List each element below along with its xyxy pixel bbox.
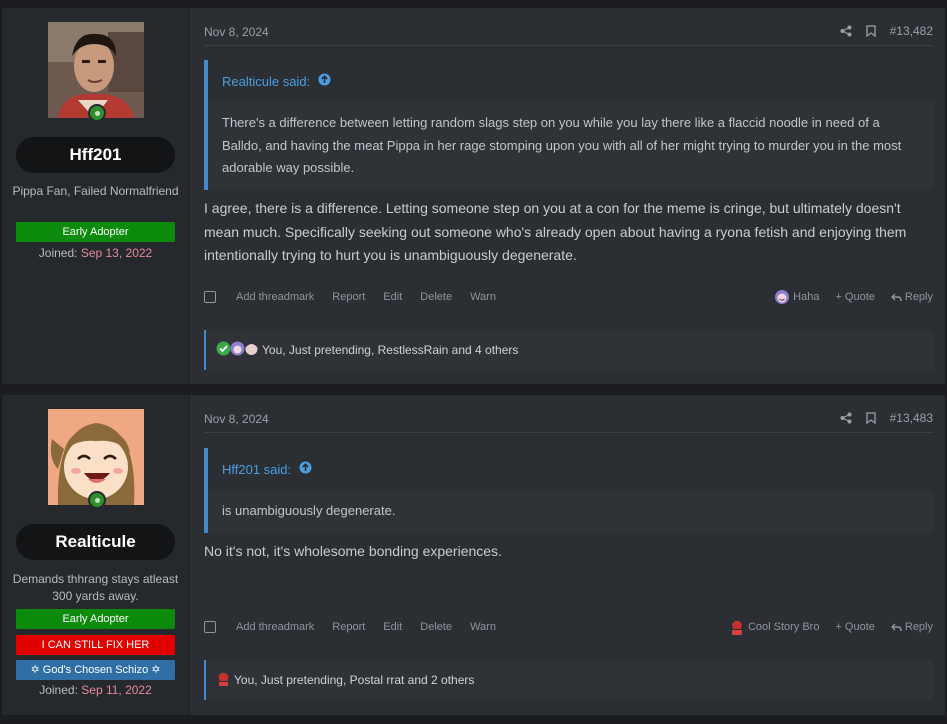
quote-label[interactable]: Quote bbox=[845, 291, 875, 303]
online-status-icon bbox=[88, 104, 106, 122]
plus-icon: + bbox=[835, 621, 842, 633]
warn-link[interactable]: Warn bbox=[470, 291, 496, 303]
reaction-icons bbox=[216, 671, 230, 689]
post-actions-right: Haha + Quote Reply bbox=[774, 289, 933, 305]
arrow-up-circle-icon[interactable] bbox=[299, 461, 312, 477]
share-icon[interactable] bbox=[840, 412, 852, 424]
arrow-up-circle-icon[interactable] bbox=[318, 73, 331, 89]
reply-label[interactable]: Reply bbox=[905, 291, 933, 303]
haha-reaction-icon bbox=[775, 290, 790, 304]
post: Realticule Demands thhrang stays atleast… bbox=[2, 395, 945, 715]
report-link[interactable]: Report bbox=[332, 621, 365, 633]
post-actions: Add threadmark Report Edit Delete Warn H… bbox=[204, 287, 933, 307]
post-date[interactable]: Nov 8, 2024 bbox=[204, 412, 269, 426]
quote-author[interactable]: Hff201 said: bbox=[222, 462, 291, 477]
warn-link[interactable]: Warn bbox=[470, 621, 496, 633]
post-main: Nov 8, 2024 #13,483 Hff201 said: is unam… bbox=[190, 395, 945, 715]
quote-header[interactable]: Realticule said: bbox=[208, 60, 933, 102]
select-checkbox[interactable] bbox=[204, 621, 216, 633]
header-divider bbox=[204, 45, 933, 46]
anime-reaction-icon bbox=[244, 341, 259, 359]
haha-reaction-icon bbox=[230, 341, 245, 359]
username[interactable]: Hff201 bbox=[16, 137, 175, 173]
react-label[interactable]: Haha bbox=[793, 291, 819, 303]
thread: Hff201 Pippa Fan, Failed Normalfriend Ea… bbox=[0, 0, 947, 724]
reactions-summary[interactable]: You, Just pretending, RestlessRain and 4… bbox=[262, 343, 518, 357]
quote-block: Realticule said: There's a difference be… bbox=[204, 60, 933, 190]
quote-block: Hff201 said: is unambiguously degenerate… bbox=[204, 448, 933, 533]
react-label[interactable]: Cool Story Bro bbox=[748, 621, 820, 633]
joined-date: Sep 11, 2022 bbox=[81, 683, 152, 697]
quote-button[interactable]: + Quote bbox=[835, 621, 874, 633]
post-number[interactable]: #13,482 bbox=[890, 24, 933, 38]
user-title: Pippa Fan, Failed Normalfriend bbox=[12, 184, 179, 198]
reactions-bar[interactable]: You, Just pretending, Postal rrat and 2 … bbox=[204, 660, 933, 700]
header-divider bbox=[204, 432, 933, 433]
user-banner-early-adopter: Early Adopter bbox=[16, 222, 175, 242]
joined-info: Joined: Sep 11, 2022 bbox=[2, 683, 189, 697]
reply-arrow-icon bbox=[890, 293, 902, 301]
select-checkbox[interactable] bbox=[204, 291, 216, 303]
online-status-icon bbox=[88, 491, 106, 509]
cool-story-bro-reaction-icon bbox=[731, 621, 742, 635]
like-reaction-icon bbox=[216, 341, 231, 359]
joined-date: Sep 13, 2022 bbox=[80, 246, 153, 260]
username[interactable]: Realticule bbox=[16, 524, 175, 560]
add-threadmark-link[interactable]: Add threadmark bbox=[236, 291, 314, 303]
post-date[interactable]: Nov 8, 2024 bbox=[204, 25, 269, 39]
post-number[interactable]: #13,483 bbox=[890, 411, 933, 425]
quote-button[interactable]: + Quote bbox=[835, 291, 874, 303]
quote-text: There's a difference between letting ran… bbox=[222, 115, 902, 175]
report-link[interactable]: Report bbox=[332, 291, 365, 303]
reply-label[interactable]: Reply bbox=[905, 621, 933, 633]
quote-text: is unambiguously degenerate. bbox=[222, 503, 396, 518]
message-body: No it's not, it's wholesome bonding expe… bbox=[204, 543, 502, 559]
user-cell: Hff201 Pippa Fan, Failed Normalfriend Ea… bbox=[2, 8, 190, 384]
joined-label: Joined: bbox=[39, 683, 78, 697]
user-title: Demands thhrang stays atleast 300 yards … bbox=[12, 572, 179, 603]
user-cell: Realticule Demands thhrang stays atleast… bbox=[2, 395, 190, 715]
post-actions: Add threadmark Report Edit Delete Warn C… bbox=[204, 617, 933, 637]
quote-header[interactable]: Hff201 said: bbox=[208, 448, 933, 490]
edit-link[interactable]: Edit bbox=[383, 621, 402, 633]
reactions-bar[interactable]: You, Just pretending, RestlessRain and 4… bbox=[204, 330, 933, 370]
message-body: I agree, there is a difference. Letting … bbox=[204, 200, 907, 263]
reaction-icons bbox=[216, 341, 258, 359]
delete-link[interactable]: Delete bbox=[420, 621, 452, 633]
user-banner-early-adopter: Early Adopter bbox=[16, 609, 175, 629]
reply-button[interactable]: Reply bbox=[890, 291, 933, 303]
bookmark-icon[interactable] bbox=[865, 25, 876, 37]
quote-author[interactable]: Realticule said: bbox=[222, 74, 310, 89]
post: Hff201 Pippa Fan, Failed Normalfriend Ea… bbox=[2, 8, 945, 384]
user-banner-schizo: ✡ God's Chosen Schizo ✡ bbox=[16, 660, 175, 680]
quote-label[interactable]: Quote bbox=[845, 621, 875, 633]
plus-icon: + bbox=[835, 291, 842, 303]
reactions-summary[interactable]: You, Just pretending, Postal rrat and 2 … bbox=[234, 673, 474, 687]
add-threadmark-link[interactable]: Add threadmark bbox=[236, 621, 314, 633]
share-icon[interactable] bbox=[840, 25, 852, 37]
post-header-tools: #13,482 bbox=[840, 24, 933, 38]
joined-label: Joined: bbox=[38, 246, 78, 260]
cool-story-bro-reaction-icon bbox=[216, 671, 231, 689]
reply-button[interactable]: Reply bbox=[890, 621, 933, 633]
react-button[interactable]: Cool Story Bro bbox=[729, 619, 820, 635]
reply-arrow-icon bbox=[890, 623, 902, 631]
post-actions-right: Cool Story Bro + Quote Reply bbox=[729, 619, 933, 635]
bookmark-icon[interactable] bbox=[865, 412, 876, 424]
user-banner-fix-her: I CAN STILL FIX HER bbox=[16, 635, 175, 655]
post-header-tools: #13,483 bbox=[840, 411, 933, 425]
edit-link[interactable]: Edit bbox=[383, 291, 402, 303]
react-button[interactable]: Haha bbox=[774, 289, 819, 305]
post-main: Nov 8, 2024 #13,482 Realticule said: The… bbox=[190, 8, 945, 384]
joined-info: Joined: Sep 13, 2022 bbox=[2, 246, 189, 260]
delete-link[interactable]: Delete bbox=[420, 291, 452, 303]
